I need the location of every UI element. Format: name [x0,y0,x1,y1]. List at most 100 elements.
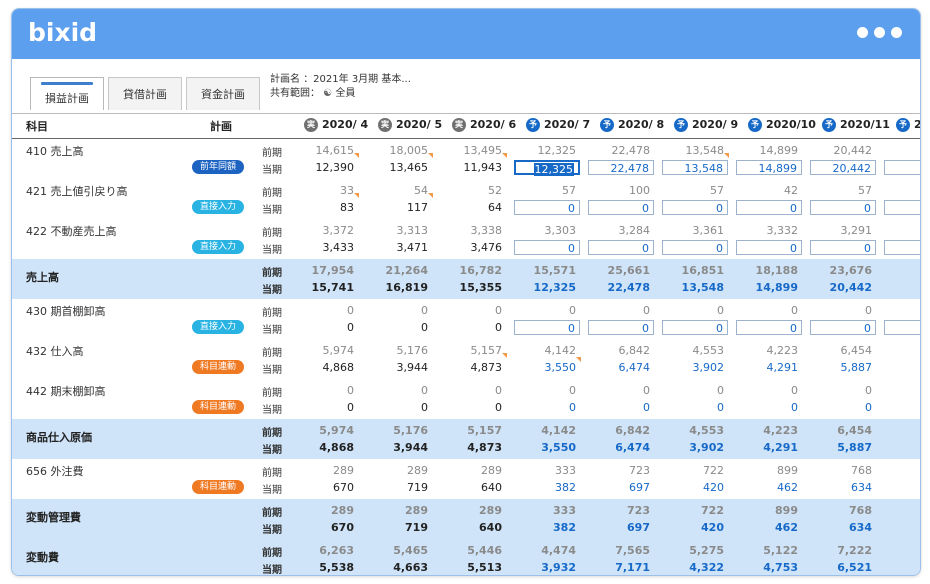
previous-value-cell: 0 [791,384,798,397]
current-value-cell [884,480,920,495]
comment-flag-icon[interactable] [502,353,507,358]
comment-flag-icon[interactable] [502,153,507,158]
tab-profit-loss[interactable]: 損益計画 [30,77,104,110]
plan-method-tag[interactable]: 科目連動 [192,480,244,494]
plan-input-cell[interactable]: 0 [810,240,876,255]
previous-value-cell: 5,275 [689,544,724,557]
plan-input-cell[interactable]: 0 [662,240,728,255]
plan-method-tag[interactable]: 科目連動 [192,360,244,374]
plan-input-cell[interactable]: 0 [514,200,580,215]
plan-input-cell[interactable]: 0 [810,200,876,215]
previous-value-cell: 22,478 [611,144,651,157]
plan-method-tag[interactable]: 直接入力 [192,200,244,214]
window-menu-icon[interactable] [857,27,902,38]
previous-value-cell: 0 [865,384,872,397]
previous-value-cell: 5,176 [396,344,429,357]
previous-value-cell: 5,465 [393,544,428,557]
previous-value-cell: 723 [627,504,650,517]
current-value-cell: 719 [405,521,428,534]
plan-input-cell[interactable]: 0 [662,320,728,335]
month-column-header[interactable]: 予 2020/10 [748,118,816,132]
plan-column-header: 計画 [210,120,232,133]
account-row: 432 仕入高 科目連動 前期 当期 5,974 5,176 5,157 4,142 6,842… [12,339,920,380]
current-value-cell: 7,171 [615,561,650,574]
previous-value-cell: 15,571 [533,264,576,277]
plan-method-tag[interactable]: 直接入力 [192,320,244,334]
tab-balance-sheet[interactable]: 貸借計画 [108,77,182,110]
summary-row: 変動費 前期 当期 6,263 5,465 5,446 4,474 7,565 5,275 5,1… [12,539,920,576]
previous-value-cell: 52 [488,184,502,197]
previous-value-cell: 16,851 [681,264,724,277]
actual-badge-icon: 実 [378,118,392,132]
previous-value-cell: 6,842 [618,344,651,357]
plan-input-cell[interactable]: 0 [514,320,580,335]
plan-input-cell[interactable] [884,240,920,255]
comment-flag-icon[interactable] [428,193,433,198]
plan-input-cell[interactable]: 0 [514,240,580,255]
previous-value-cell: 0 [643,304,650,317]
plan-input-cell[interactable]: 0 [588,200,654,215]
comment-flag-icon[interactable] [428,153,433,158]
current-value-cell: 462 [777,481,798,494]
current-value-cell: 5,887 [837,441,872,454]
plan-name-label: 計画名 [270,74,300,85]
plan-method-tag[interactable]: 科目連動 [192,400,244,414]
current-value-cell: 3,944 [393,441,428,454]
plan-input-cell[interactable] [884,320,920,335]
dot-icon [874,27,885,38]
tab-label: 貸借計画 [123,88,167,101]
account-name: 432 仕入高 [26,345,84,358]
plan-input-cell[interactable]: 0 [736,200,802,215]
month-column-header[interactable]: 予 2020/ 7 [526,118,590,132]
account-row: 656 外注費 科目連動 前期 当期 289 289 289 333 723 722 899 768 6… [12,459,920,500]
current-value-cell: 4,753 [763,561,798,574]
current-value-cell: 382 [555,481,576,494]
plan-input-cell[interactable]: 14,899 [736,160,802,175]
month-column-header[interactable]: 実 2020/ 4 [304,118,368,132]
previous-value-cell: 54 [414,184,428,197]
month-column-header[interactable]: 予 20 [896,118,920,132]
plan-input-cell[interactable]: 0 [736,240,802,255]
plan-input-cell[interactable] [884,200,920,215]
summary-row: 変動管理費 前期 当期 289 289 289 333 723 722 899 768 670 719 6… [12,499,920,540]
current-period-label: 当期 [262,565,282,576]
current-value-cell: 697 [627,521,650,534]
previous-value-cell: 768 [851,464,872,477]
plan-input-cell[interactable]: 0 [810,320,876,335]
plan-input-cell[interactable]: 13,548 [662,160,728,175]
month-column-header[interactable]: 予 2020/ 9 [674,118,738,132]
month-column-header[interactable]: 実 2020/ 5 [378,118,442,132]
comment-flag-icon[interactable] [354,193,359,198]
previous-value-cell: 0 [569,384,576,397]
month-column-header[interactable]: 予 2020/11 [822,118,890,132]
current-value-cell: 3,902 [689,441,724,454]
previous-value-cell: 42 [784,184,798,197]
plan-method-tag[interactable]: 直接入力 [192,240,244,254]
plan-input-cell[interactable]: 0 [662,200,728,215]
comment-flag-icon[interactable] [724,153,729,158]
plan-method-tag[interactable]: 前年同額 [192,160,244,174]
previous-value-cell: 57 [858,184,872,197]
plan-input-cell[interactable]: 2 [884,160,920,175]
previous-value-cell: 100 [629,184,650,197]
previous-value-cell: 18,188 [755,264,798,277]
plan-input-cell[interactable]: 0 [736,320,802,335]
previous-value-cell: 4,142 [544,344,577,357]
month-column-header[interactable]: 実 2020/ 6 [452,118,516,132]
month-column-header[interactable]: 予 2020/ 8 [600,118,664,132]
comment-flag-icon[interactable] [576,357,581,362]
tab-cash-flow[interactable]: 資金計画 [186,77,260,110]
plan-input-cell[interactable]: 12,325 [514,160,580,176]
plan-input-cell[interactable]: 0 [588,240,654,255]
plan-input-cell[interactable]: 22,478 [588,160,654,175]
plan-input-cell[interactable]: 0 [588,320,654,335]
previous-value-cell: 3,303 [544,224,577,237]
account-row: 442 期末棚卸高 科目連動 前期 当期 0 0 0 0 0 0 0 0 0 0 0 0 0 0 0 0 [12,379,920,420]
previous-value-cell: 0 [717,304,724,317]
comment-flag-icon[interactable] [354,153,359,158]
previous-value-cell: 3 [884,223,920,238]
plan-input-cell[interactable]: 20,442 [810,160,876,175]
current-value-cell [884,520,920,535]
current-value-cell: 0 [347,321,354,334]
toolbar: 損益計画 貸借計画 資金計画 計画名 ：2021年 3月期 基本... 共有範囲… [12,59,920,111]
